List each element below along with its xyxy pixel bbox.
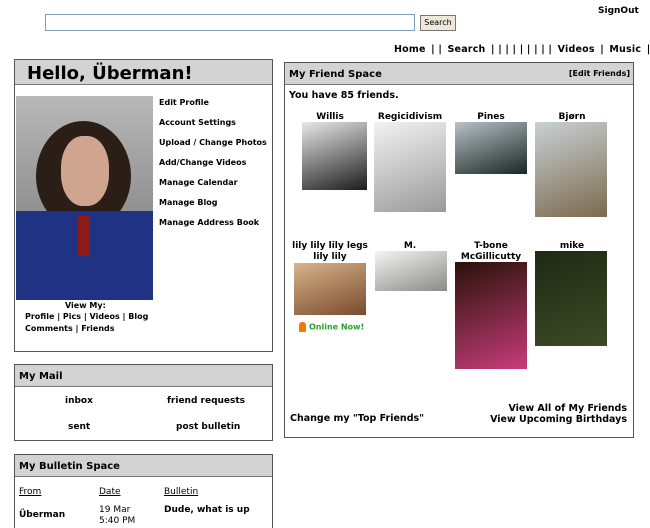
nav-home[interactable]: Home bbox=[394, 44, 426, 55]
friend-photo[interactable] bbox=[375, 251, 447, 291]
profile-box: Hello, Überman! Edit Profile Account Set… bbox=[14, 59, 273, 352]
friend-count: You have 85 friends. bbox=[289, 90, 399, 101]
link-separator: | bbox=[83, 312, 87, 321]
friend-name[interactable]: lily lily lily legs lily lily bbox=[290, 241, 370, 263]
profile-header: Hello, Überman! bbox=[15, 60, 272, 85]
friend-space-box: My Friend Space [Edit Friends] You have … bbox=[284, 62, 634, 438]
friend-photo[interactable] bbox=[374, 122, 446, 212]
view-videos-link[interactable]: Videos bbox=[90, 312, 120, 321]
edit-profile-link[interactable]: Edit Profile bbox=[159, 98, 209, 107]
top-nav: Home | | Search | | | | | | | | | Videos… bbox=[394, 44, 650, 55]
friend-photo[interactable] bbox=[294, 263, 366, 315]
link-separator: | bbox=[75, 324, 79, 333]
link-separator: | bbox=[122, 312, 126, 321]
manage-blog-link[interactable]: Manage Blog bbox=[159, 198, 217, 207]
nav-separator: | | | | | | | | | bbox=[491, 44, 553, 55]
account-settings-link[interactable]: Account Settings bbox=[159, 118, 236, 127]
change-top-friends-link[interactable]: Change my "Top Friends" bbox=[290, 413, 424, 424]
bulletin-date-header[interactable]: Date bbox=[99, 487, 121, 497]
mail-box: My Mail inbox friend requests sent post … bbox=[14, 364, 273, 441]
view-comments-link[interactable]: Comments bbox=[25, 324, 73, 333]
profile-photo[interactable] bbox=[16, 96, 153, 300]
bulletin-header: My Bulletin Space bbox=[15, 455, 272, 477]
view-links-row-2: Comments | Friends bbox=[25, 324, 115, 333]
nav-separator: | | bbox=[431, 44, 442, 55]
online-now-status: Online Now! bbox=[299, 322, 364, 332]
search-input[interactable] bbox=[45, 14, 415, 31]
friend-photo[interactable] bbox=[535, 122, 607, 217]
friend-actions: View All of My Friends View Upcoming Bir… bbox=[490, 403, 627, 425]
change-videos-link[interactable]: Add/Change Videos bbox=[159, 158, 246, 167]
friend-space-title: My Friend Space bbox=[289, 69, 382, 80]
friend-name[interactable]: T-bone McGillicutty bbox=[451, 241, 531, 263]
view-links-row-1: Profile | Pics | Videos | Blog bbox=[25, 312, 148, 321]
nav-music[interactable]: Music bbox=[609, 44, 641, 55]
bulletin-bulletin-header[interactable]: Bulletin bbox=[164, 487, 198, 497]
bulletin-from[interactable]: Überman bbox=[19, 510, 65, 520]
view-pics-link[interactable]: Pics bbox=[63, 312, 81, 321]
online-person-icon bbox=[299, 322, 306, 332]
friend-photo[interactable] bbox=[302, 122, 367, 190]
signout-link[interactable]: SignOut bbox=[598, 6, 639, 16]
nav-videos[interactable]: Videos bbox=[558, 44, 595, 55]
edit-friends-link[interactable]: [Edit Friends] bbox=[569, 69, 630, 78]
mail-title: My Mail bbox=[19, 371, 63, 382]
bulletin-box: My Bulletin Space From Date Bulletin Übe… bbox=[14, 454, 273, 528]
sent-link[interactable]: sent bbox=[68, 422, 90, 432]
bulletin-time: 5:40 PM bbox=[99, 516, 136, 526]
inbox-link[interactable]: inbox bbox=[65, 396, 93, 406]
bulletin-date: 19 Mar bbox=[99, 505, 131, 515]
view-birthdays-link[interactable]: View Upcoming Birthdays bbox=[490, 414, 627, 425]
friend-requests-link[interactable]: friend requests bbox=[167, 396, 245, 406]
manage-calendar-link[interactable]: Manage Calendar bbox=[159, 178, 238, 187]
friend-photo[interactable] bbox=[455, 262, 527, 369]
nav-search[interactable]: Search bbox=[448, 44, 486, 55]
view-friends-link[interactable]: Friends bbox=[81, 324, 114, 333]
upload-photos-link[interactable]: Upload / Change Photos bbox=[159, 138, 267, 147]
bulletin-subject[interactable]: Dude, what is up bbox=[164, 505, 250, 515]
bulletin-title: My Bulletin Space bbox=[19, 461, 120, 472]
view-profile-link[interactable]: Profile bbox=[25, 312, 54, 321]
friend-photo[interactable] bbox=[535, 251, 607, 346]
greeting: Hello, Überman! bbox=[27, 63, 193, 84]
view-all-friends-link[interactable]: View All of My Friends bbox=[508, 403, 627, 414]
mail-header: My Mail bbox=[15, 365, 272, 387]
view-my-label: View My: bbox=[65, 301, 106, 310]
manage-address-book-link[interactable]: Manage Address Book bbox=[159, 218, 259, 227]
friend-space-header: My Friend Space [Edit Friends] bbox=[285, 63, 633, 85]
link-separator: | bbox=[57, 312, 61, 321]
profile-menu: Edit Profile Account Settings Upload / C… bbox=[159, 98, 267, 238]
search-button[interactable]: Search bbox=[420, 15, 456, 31]
bulletin-from-header[interactable]: From bbox=[19, 487, 41, 497]
nav-separator: | bbox=[600, 44, 604, 55]
friend-photo[interactable] bbox=[455, 122, 527, 174]
post-bulletin-link[interactable]: post bulletin bbox=[176, 422, 240, 432]
view-blog-link[interactable]: Blog bbox=[128, 312, 148, 321]
